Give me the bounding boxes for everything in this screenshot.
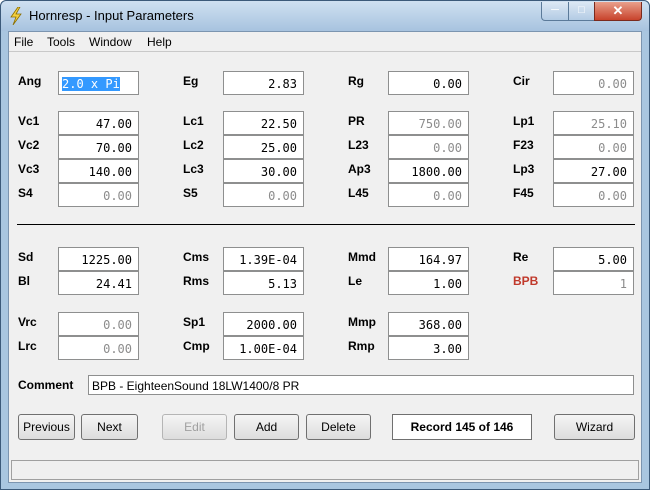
field-vc1[interactable]: 47.00: [58, 111, 139, 135]
label-ang: Ang: [18, 74, 42, 88]
field-re[interactable]: 5.00: [553, 247, 634, 271]
menu-help[interactable]: Help: [147, 35, 172, 49]
minimize-button[interactable]: ─: [541, 2, 569, 21]
field-rms[interactable]: 5.13: [223, 271, 304, 295]
field-ang-value: 2.0 x Pi: [62, 77, 120, 91]
field-mmd[interactable]: 164.97: [388, 247, 469, 271]
field-lp3[interactable]: 27.00: [553, 159, 634, 183]
add-button[interactable]: Add: [234, 414, 299, 440]
field-f45[interactable]: 0.00: [553, 183, 634, 207]
delete-button[interactable]: Delete: [306, 414, 371, 440]
label-vc2: Vc2: [18, 138, 40, 152]
field-bl[interactable]: 24.41: [58, 271, 139, 295]
field-bpb[interactable]: 1: [553, 271, 634, 295]
label-vc1: Vc1: [18, 114, 40, 128]
label-ap3: Ap3: [348, 162, 371, 176]
field-rg[interactable]: 0.00: [388, 71, 469, 95]
field-lp1[interactable]: 25.10: [553, 111, 634, 135]
label-lp3: Lp3: [513, 162, 535, 176]
field-vrc[interactable]: 0.00: [58, 312, 139, 336]
lightning-app-icon: [10, 7, 22, 25]
record-indicator: Record 145 of 146: [392, 414, 532, 440]
label-s5: S5: [183, 186, 198, 200]
label-cmp: Cmp: [183, 339, 210, 353]
comment-field[interactable]: BPB - EighteenSound 18LW1400/8 PR: [88, 375, 634, 395]
label-lc1: Lc1: [183, 114, 204, 128]
previous-button[interactable]: Previous: [18, 414, 75, 440]
label-pr: PR: [348, 114, 365, 128]
label-bpb: BPB: [513, 274, 539, 288]
wizard-button[interactable]: Wizard: [554, 414, 635, 440]
field-l23[interactable]: 0.00: [388, 135, 469, 159]
edit-button[interactable]: Edit: [162, 414, 227, 440]
field-l45[interactable]: 0.00: [388, 183, 469, 207]
label-mmp: Mmp: [348, 315, 376, 329]
label-re: Re: [513, 250, 529, 264]
label-comment: Comment: [18, 378, 74, 392]
label-lc3: Lc3: [183, 162, 204, 176]
maximize-icon: □: [578, 4, 585, 16]
label-sd: Sd: [18, 250, 34, 264]
field-ang[interactable]: 2.0 x Pi: [58, 71, 139, 95]
label-lrc: Lrc: [18, 339, 37, 353]
label-le: Le: [348, 274, 363, 288]
label-l45: L45: [348, 186, 369, 200]
label-f23: F23: [513, 138, 534, 152]
menu-file[interactable]: File: [14, 35, 33, 49]
label-vc3: Vc3: [18, 162, 40, 176]
field-mmp[interactable]: 368.00: [388, 312, 469, 336]
label-cir: Cir: [513, 74, 530, 88]
field-rmp[interactable]: 3.00: [388, 336, 469, 360]
section-divider: [17, 224, 635, 225]
field-sd[interactable]: 1225.00: [58, 247, 139, 271]
field-vc3[interactable]: 140.00: [58, 159, 139, 183]
field-le[interactable]: 1.00: [388, 271, 469, 295]
label-cms: Cms: [183, 250, 210, 264]
field-f23[interactable]: 0.00: [553, 135, 634, 159]
label-vrc: Vrc: [18, 315, 37, 329]
menu-tools[interactable]: Tools: [47, 35, 75, 49]
label-l23: L23: [348, 138, 369, 152]
menu-bar: File Tools Window Help: [9, 32, 641, 52]
field-ap3[interactable]: 1800.00: [388, 159, 469, 183]
field-s4[interactable]: 0.00: [58, 183, 139, 207]
maximize-button[interactable]: □: [568, 2, 595, 21]
field-eg[interactable]: 2.83: [223, 71, 304, 95]
hornresp-window: Hornresp - Input Parameters ─ □ ✕ File T…: [0, 0, 650, 490]
field-pr[interactable]: 750.00: [388, 111, 469, 135]
label-lc2: Lc2: [183, 138, 204, 152]
field-lrc[interactable]: 0.00: [58, 336, 139, 360]
client-area: File Tools Window Help Ang 2.0 x Pi Eg 2…: [8, 31, 642, 483]
field-s5[interactable]: 0.00: [223, 183, 304, 207]
status-bar: [11, 460, 639, 480]
field-cmp[interactable]: 1.00E-04: [223, 336, 304, 360]
window-title: Hornresp - Input Parameters: [29, 8, 194, 23]
label-eg: Eg: [183, 74, 199, 88]
field-lc3[interactable]: 30.00: [223, 159, 304, 183]
label-rg: Rg: [348, 74, 364, 88]
label-rms: Rms: [183, 274, 210, 288]
label-lp1: Lp1: [513, 114, 535, 128]
label-bl: Bl: [18, 274, 30, 288]
minimize-icon: ─: [551, 4, 559, 16]
field-lc2[interactable]: 25.00: [223, 135, 304, 159]
field-cir[interactable]: 0.00: [553, 71, 634, 95]
next-button[interactable]: Next: [81, 414, 138, 440]
label-rmp: Rmp: [348, 339, 375, 353]
field-sp1[interactable]: 2000.00: [223, 312, 304, 336]
label-mmd: Mmd: [348, 250, 376, 264]
field-vc2[interactable]: 70.00: [58, 135, 139, 159]
field-lc1[interactable]: 22.50: [223, 111, 304, 135]
field-cms[interactable]: 1.39E-04: [223, 247, 304, 271]
close-icon: ✕: [612, 3, 624, 18]
label-f45: F45: [513, 186, 534, 200]
close-button[interactable]: ✕: [594, 2, 642, 21]
title-bar[interactable]: Hornresp - Input Parameters ─ □ ✕: [1, 1, 649, 31]
label-sp1: Sp1: [183, 315, 206, 329]
menu-window[interactable]: Window: [89, 35, 132, 49]
label-s4: S4: [18, 186, 33, 200]
